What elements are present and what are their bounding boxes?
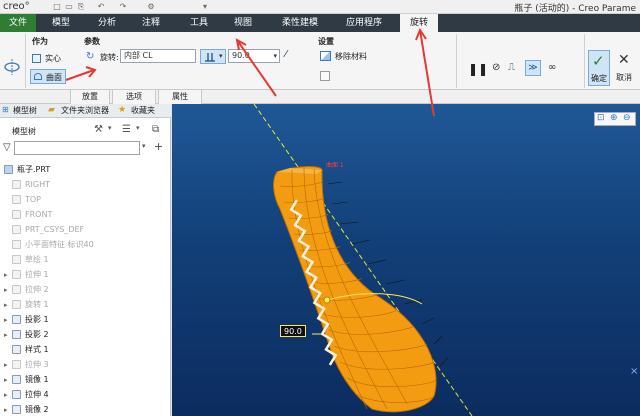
annotation-arrows: [65, 27, 435, 117]
arrow-angle: [235, 38, 277, 97]
arrow-rotate-tab: [415, 27, 435, 117]
arrow-surface: [65, 66, 97, 81]
